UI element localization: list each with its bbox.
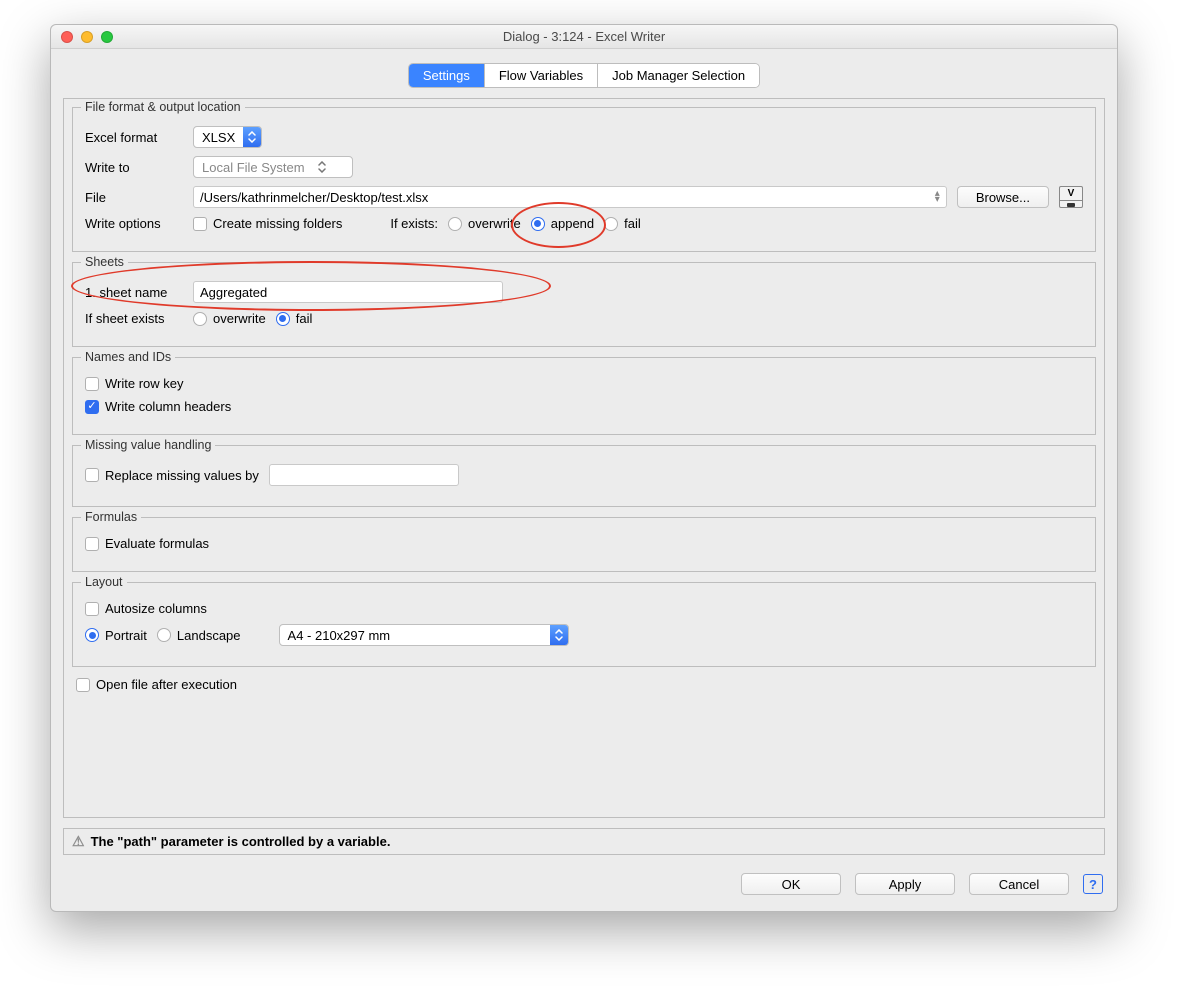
group-formulas-legend: Formulas	[81, 510, 141, 524]
chevron-updown-icon	[243, 127, 261, 147]
sheet-name-value: Aggregated	[200, 285, 267, 300]
dialog-window: Dialog - 3:124 - Excel Writer Settings F…	[50, 24, 1118, 912]
open-file-after-execution-label: Open file after execution	[96, 677, 237, 692]
overwrite-label: overwrite	[468, 216, 521, 231]
evaluate-formulas-label: Evaluate formulas	[105, 536, 209, 551]
replace-missing-label: Replace missing values by	[105, 468, 259, 483]
dialog-footer: OK Apply Cancel ?	[51, 855, 1117, 911]
checkbox-icon	[85, 537, 99, 551]
sheet-fail-radio[interactable]: fail	[276, 311, 313, 326]
tabs: Settings Flow Variables Job Manager Sele…	[408, 63, 760, 88]
create-missing-folders-label: Create missing folders	[213, 216, 342, 231]
browse-button[interactable]: Browse...	[957, 186, 1049, 208]
apply-button[interactable]: Apply	[855, 873, 955, 895]
file-path-value: /Users/kathrinmelcher/Desktop/test.xlsx	[200, 190, 428, 205]
write-column-headers-label: Write column headers	[105, 399, 231, 414]
autosize-columns-label: Autosize columns	[105, 601, 207, 616]
ok-button[interactable]: OK	[741, 873, 841, 895]
if-sheet-exists-label: If sheet exists	[85, 311, 183, 326]
replace-missing-checkbox[interactable]: Replace missing values by	[85, 468, 259, 483]
group-missing-legend: Missing value handling	[81, 438, 215, 452]
group-file-format-legend: File format & output location	[81, 100, 245, 114]
write-to-select[interactable]: Local File System	[193, 156, 353, 178]
write-options-label: Write options	[85, 216, 183, 231]
open-file-after-execution-checkbox[interactable]: Open file after execution	[76, 677, 237, 692]
write-row-key-checkbox[interactable]: Write row key	[85, 376, 184, 391]
cancel-button[interactable]: Cancel	[969, 873, 1069, 895]
paper-size-value: A4 - 210x297 mm	[288, 628, 542, 643]
paper-size-select[interactable]: A4 - 210x297 mm	[279, 624, 569, 646]
settings-panel: File format & output location Excel form…	[63, 98, 1105, 818]
tab-job-manager[interactable]: Job Manager Selection	[598, 64, 759, 87]
tab-settings[interactable]: Settings	[409, 64, 485, 87]
group-missing: Missing value handling Replace missing v…	[72, 445, 1096, 507]
group-names-ids: Names and IDs Write row key Write column…	[72, 357, 1096, 435]
radio-icon	[604, 217, 618, 231]
if-exists-overwrite-radio[interactable]: overwrite	[448, 216, 521, 231]
warning-icon: ⚠︎	[72, 833, 85, 850]
overwrite-label: overwrite	[213, 311, 266, 326]
flow-variable-button[interactable]: V	[1059, 186, 1083, 208]
group-layout-legend: Layout	[81, 575, 127, 589]
excel-format-value: XLSX	[202, 130, 235, 145]
checkbox-icon	[85, 468, 99, 482]
write-column-headers-checkbox[interactable]: Write column headers	[85, 399, 231, 414]
file-path-field[interactable]: /Users/kathrinmelcher/Desktop/test.xlsx …	[193, 186, 947, 208]
fail-label: fail	[624, 216, 641, 231]
chevron-updown-icon: ▴▾	[935, 191, 940, 203]
landscape-label: Landscape	[177, 628, 241, 643]
if-exists-label: If exists:	[390, 216, 438, 231]
write-row-key-label: Write row key	[105, 376, 184, 391]
radio-icon	[448, 217, 462, 231]
group-layout: Layout Autosize columns Portrait Landsca…	[72, 582, 1096, 667]
write-to-value: Local File System	[202, 160, 305, 175]
excel-format-label: Excel format	[85, 130, 183, 145]
append-label: append	[551, 216, 594, 231]
status-bar: ⚠︎ The "path" parameter is controlled by…	[63, 828, 1105, 855]
radio-icon	[531, 217, 545, 231]
file-label: File	[85, 190, 183, 205]
status-text: The "path" parameter is controlled by a …	[91, 834, 391, 849]
sheet-name-field[interactable]: Aggregated	[193, 281, 503, 303]
fail-label: fail	[296, 311, 313, 326]
radio-icon	[157, 628, 171, 642]
if-exists-fail-radio[interactable]: fail	[604, 216, 641, 231]
write-to-label: Write to	[85, 160, 183, 175]
evaluate-formulas-checkbox[interactable]: Evaluate formulas	[85, 536, 209, 551]
tab-flow-variables[interactable]: Flow Variables	[485, 64, 598, 87]
radio-icon	[85, 628, 99, 642]
radio-icon	[276, 312, 290, 326]
help-button[interactable]: ?	[1083, 874, 1103, 894]
orientation-landscape-radio[interactable]: Landscape	[157, 628, 241, 643]
group-sheets-legend: Sheets	[81, 255, 128, 269]
group-formulas: Formulas Evaluate formulas	[72, 517, 1096, 572]
radio-icon	[193, 312, 207, 326]
checkbox-icon	[85, 377, 99, 391]
chevron-updown-icon	[313, 157, 331, 177]
if-exists-append-radio[interactable]: append	[531, 216, 594, 231]
checkbox-icon	[85, 602, 99, 616]
group-names-ids-legend: Names and IDs	[81, 350, 175, 364]
autosize-columns-checkbox[interactable]: Autosize columns	[85, 601, 207, 616]
portrait-label: Portrait	[105, 628, 147, 643]
orientation-portrait-radio[interactable]: Portrait	[85, 628, 147, 643]
checkbox-icon	[85, 400, 99, 414]
chevron-updown-icon	[550, 625, 568, 645]
group-sheets: Sheets 1. sheet name Aggregated If sheet…	[72, 262, 1096, 347]
titlebar: Dialog - 3:124 - Excel Writer	[51, 25, 1117, 49]
sheet-name-label: 1. sheet name	[85, 285, 183, 300]
create-missing-folders-checkbox[interactable]: Create missing folders	[193, 216, 342, 231]
group-file-format: File format & output location Excel form…	[72, 107, 1096, 252]
sheet-overwrite-radio[interactable]: overwrite	[193, 311, 266, 326]
excel-format-select[interactable]: XLSX	[193, 126, 262, 148]
replace-missing-field[interactable]	[269, 464, 459, 486]
checkbox-icon	[193, 217, 207, 231]
window-title: Dialog - 3:124 - Excel Writer	[51, 29, 1117, 44]
checkbox-icon	[76, 678, 90, 692]
